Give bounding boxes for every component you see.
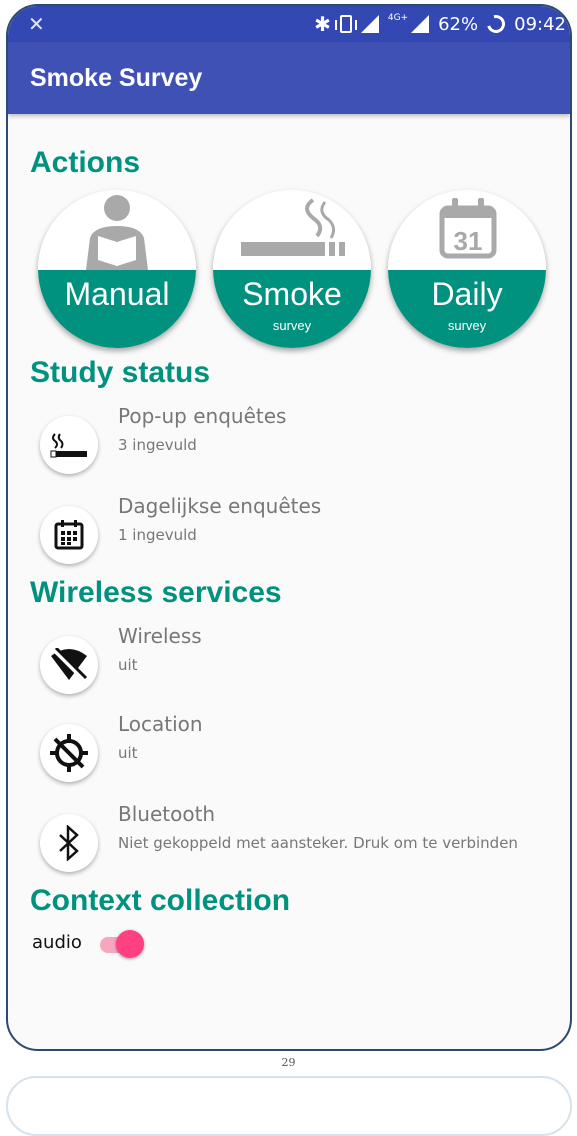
daily-survey-button[interactable]: 31 Daily survey (388, 190, 546, 348)
location-off-icon (40, 724, 98, 782)
manual-button[interactable]: Manual (38, 190, 196, 348)
battery-ring-icon (483, 11, 509, 37)
popup-surveys-item[interactable]: Pop-up enquêtes 3 ingevuld (38, 404, 558, 474)
clock: 09:42 (514, 13, 566, 35)
wireless-status: uit (118, 656, 138, 674)
battery-percent: 62% (438, 13, 479, 35)
app-bar: Smoke Survey (8, 42, 570, 114)
status-bar: ✕ ✱ 4G+ 62% 09:42 (8, 6, 570, 42)
section-title-wireless-services: Wireless services (30, 576, 282, 609)
wifi-off-icon (40, 636, 98, 694)
audio-toggle-row: audio (32, 928, 232, 958)
daily-label: Daily (431, 276, 503, 312)
phone-frame: ✕ ✱ 4G+ 62% 09:42 Smoke Survey Actions M… (6, 4, 572, 1051)
audio-label: audio (32, 932, 82, 953)
popup-surveys-count: 3 ingevuld (118, 436, 197, 454)
cigarette-icon (40, 416, 98, 474)
bluetooth-status-icon: ✱ (314, 12, 331, 36)
app-title: Smoke Survey (30, 63, 203, 92)
smoke-sublabel: survey (272, 318, 312, 333)
calendar-icon (40, 506, 98, 564)
location-status: uit (118, 744, 138, 762)
bluetooth-icon (40, 814, 98, 872)
notification-icon: ✕ (28, 12, 45, 36)
section-title-actions: Actions (30, 146, 141, 179)
location-item[interactable]: Location uit (38, 712, 558, 782)
page-number: 29 (281, 1056, 296, 1069)
manual-label: Manual (64, 276, 170, 312)
bluetooth-item[interactable]: Bluetooth Niet gekoppeld met aansteker. … (38, 802, 558, 872)
smoke-label: Smoke (242, 276, 342, 312)
wireless-title: Wireless (118, 624, 202, 648)
next-screenshot-frame (6, 1076, 572, 1136)
bluetooth-title: Bluetooth (118, 802, 216, 826)
popup-surveys-title: Pop-up enquêtes (118, 404, 287, 428)
signal-icon-2 (411, 15, 430, 33)
calendar-day: 31 (454, 226, 483, 256)
section-title-study-status: Study status (30, 356, 211, 389)
location-title: Location (118, 712, 203, 736)
smoke-survey-button[interactable]: Smoke survey (213, 190, 371, 348)
network-4g-icon: 4G+ (387, 13, 409, 23)
daily-surveys-title: Dagelijkse enquêtes (118, 494, 322, 518)
wireless-item[interactable]: Wireless uit (38, 624, 558, 694)
section-title-context-collection: Context collection (30, 884, 291, 917)
audio-switch-thumb[interactable] (116, 930, 144, 958)
daily-sublabel: survey (447, 318, 487, 333)
signal-icon (360, 15, 379, 33)
daily-surveys-item[interactable]: Dagelijkse enquêtes 1 ingevuld (38, 494, 558, 564)
vibrate-icon (334, 15, 357, 33)
bluetooth-status: Niet gekoppeld met aansteker. Druk om te… (118, 834, 518, 852)
daily-surveys-count: 1 ingevuld (118, 526, 197, 544)
